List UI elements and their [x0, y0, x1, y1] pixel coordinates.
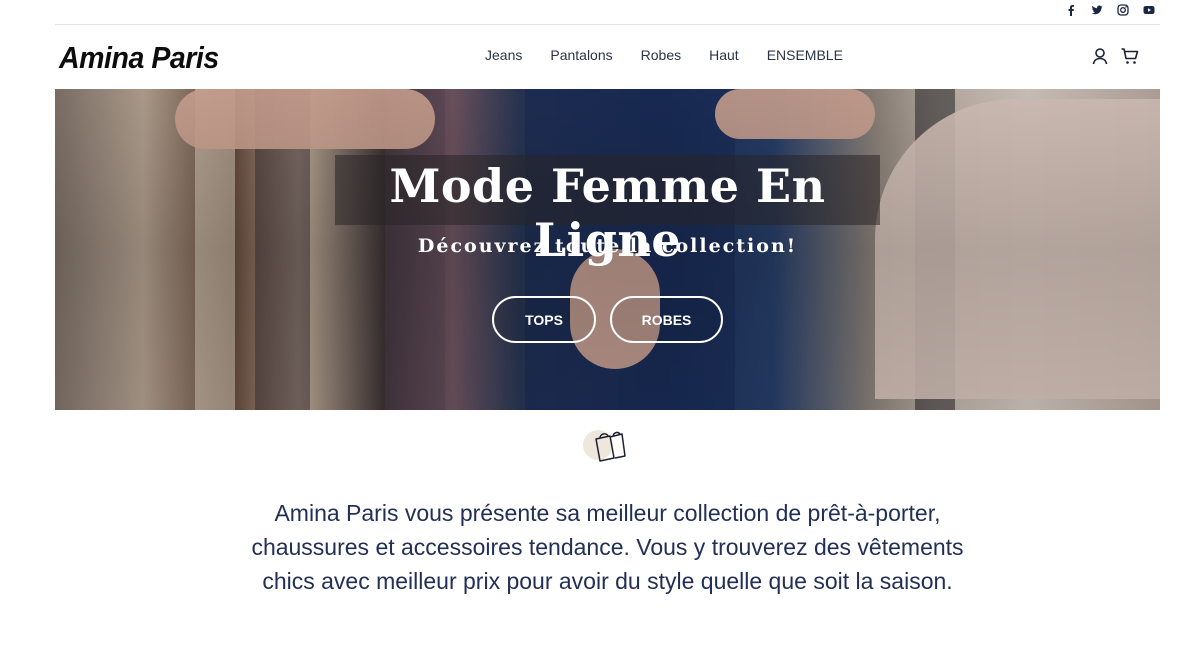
nav-item-ensemble[interactable]: ENSEMBLE [767, 47, 843, 63]
facebook-icon[interactable] [1064, 3, 1078, 17]
tops-button[interactable]: TOPS [492, 296, 596, 343]
social-links [1064, 3, 1156, 17]
nav-item-pantalons[interactable]: Pantalons [550, 47, 612, 63]
nav-item-haut[interactable]: Haut [709, 47, 739, 63]
main-nav: Jeans Pantalons Robes Haut ENSEMBLE [485, 47, 843, 63]
twitter-icon[interactable] [1090, 3, 1104, 17]
instagram-icon[interactable] [1116, 3, 1130, 17]
intro-text: Amina Paris vous présente sa meilleur co… [251, 500, 964, 594]
nav-item-robes[interactable]: Robes [641, 47, 681, 63]
hero-subtitle: Découvrez toute la collection! [417, 235, 798, 257]
shopping-bags-icon [580, 425, 636, 465]
top-bar [55, 0, 1160, 25]
brand-logo[interactable]: Amina Paris [59, 40, 219, 76]
user-icon[interactable] [1090, 46, 1110, 66]
site-header: Amina Paris Jeans Pantalons Robes Haut E… [55, 26, 1160, 89]
nav-item-jeans[interactable]: Jeans [485, 47, 522, 63]
cart-icon[interactable] [1120, 46, 1140, 66]
hero-banner: Mode Femme En Ligne Découvrez toute la c… [55, 89, 1160, 410]
robes-button[interactable]: ROBES [610, 296, 723, 343]
header-actions [1090, 46, 1140, 66]
youtube-icon[interactable] [1142, 3, 1156, 17]
